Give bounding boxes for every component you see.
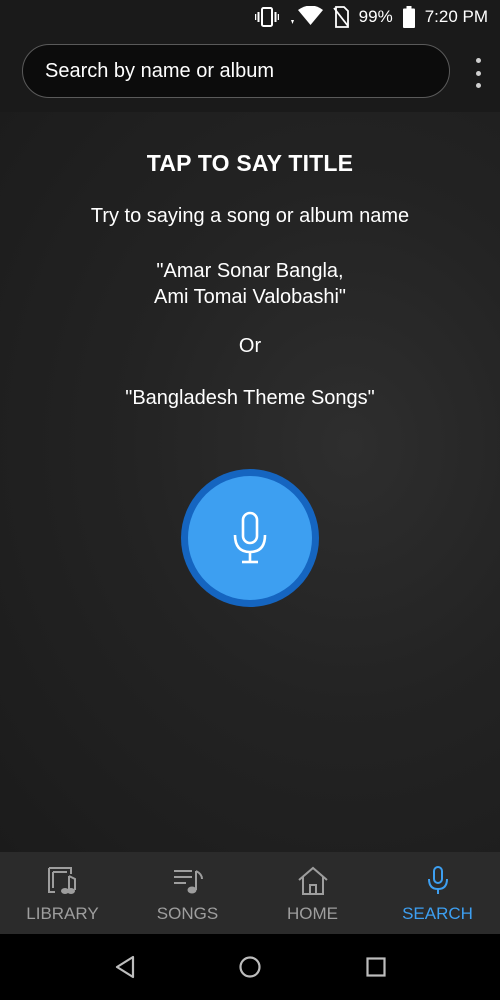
voice-search-panel: TAP TO SAY TITLE Try to saying a song or… bbox=[0, 112, 500, 852]
vibrate-icon bbox=[254, 7, 279, 27]
voice-example-1-line-1: "Amar Sonar Bangla, bbox=[156, 260, 344, 282]
battery-icon bbox=[402, 6, 415, 28]
songs-icon bbox=[173, 870, 203, 894]
nav-songs-label: SONGS bbox=[156, 904, 219, 923]
voice-example-2: "Bangladesh Theme Songs" bbox=[125, 387, 375, 409]
nav-library-label: LIBRARY bbox=[26, 904, 99, 923]
wifi-icon bbox=[290, 6, 323, 25]
voice-prompt-hint: Try to saying a song or album name bbox=[90, 205, 410, 227]
clock: 7:20 PM bbox=[424, 7, 488, 26]
battery-percent: 99% bbox=[358, 7, 393, 26]
recents-icon[interactable] bbox=[364, 954, 388, 980]
no-sim-icon bbox=[332, 6, 349, 28]
menu-dot bbox=[475, 83, 481, 88]
overflow-menu-icon[interactable] bbox=[470, 56, 486, 90]
back-icon[interactable] bbox=[113, 954, 137, 980]
voice-prompt-title: TAP TO SAY TITLE bbox=[146, 150, 354, 176]
voice-search-button-inner bbox=[188, 476, 312, 600]
voice-example-1: "Amar Sonar Bangla, Ami Tomai Valobashi" bbox=[0, 258, 500, 310]
search-box[interactable] bbox=[22, 44, 450, 98]
menu-dot bbox=[475, 58, 481, 63]
search-input[interactable] bbox=[45, 59, 435, 83]
nav-search-label: SEARCH bbox=[402, 904, 473, 923]
voice-example-1-line-2: Ami Tomai Valobashi" bbox=[153, 286, 346, 308]
top-bar bbox=[0, 34, 500, 112]
home-icon bbox=[297, 866, 328, 895]
nav-home[interactable]: HOME bbox=[250, 852, 375, 934]
microphone-icon bbox=[233, 511, 267, 564]
nav-library[interactable]: LIBRARY bbox=[0, 852, 125, 934]
nav-songs[interactable]: SONGS bbox=[125, 852, 250, 934]
menu-dot bbox=[475, 70, 481, 76]
or-separator: Or bbox=[238, 335, 262, 357]
home-circle-icon[interactable] bbox=[238, 954, 262, 980]
microphone-icon bbox=[427, 866, 448, 894]
voice-search-button[interactable] bbox=[181, 469, 319, 607]
nav-home-label: HOME bbox=[287, 904, 338, 923]
nav-search[interactable]: SEARCH bbox=[375, 852, 500, 934]
status-icons: 99% 7:20 PM bbox=[254, 0, 488, 34]
status-bar: 99% 7:20 PM bbox=[0, 0, 500, 34]
system-navigation-bar bbox=[0, 934, 500, 1000]
bottom-navigation: LIBRARY SONGS HOME SEARCH bbox=[0, 852, 500, 934]
library-icon bbox=[47, 867, 76, 894]
